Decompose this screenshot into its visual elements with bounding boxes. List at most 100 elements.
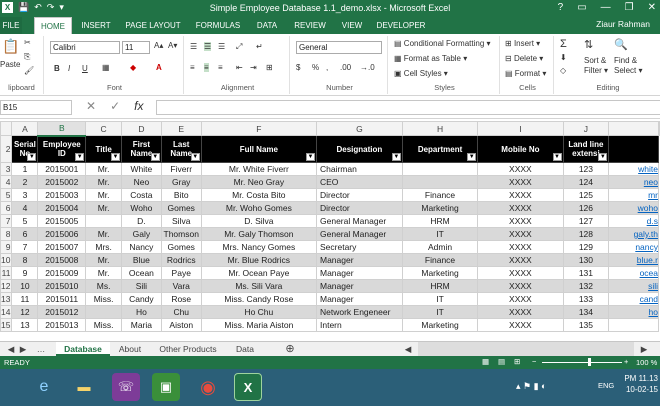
column-header-g[interactable]: G	[316, 121, 403, 136]
restore-button[interactable]: ❐	[625, 2, 634, 13]
cell[interactable]	[85, 214, 122, 228]
cell[interactable]: Mr. Costa Bito	[200, 188, 318, 202]
filter-dropdown-icon[interactable]: ▼	[598, 153, 608, 161]
cell[interactable]: Admin	[401, 240, 479, 254]
cell[interactable]: Neo	[121, 175, 162, 189]
email-link[interactable]: neo	[608, 175, 659, 189]
email-link[interactable]: galy.th	[608, 227, 659, 241]
cell[interactable]: White	[121, 162, 162, 176]
align-center-icon[interactable]: ≡	[204, 63, 209, 72]
cell[interactable]: Rose	[160, 292, 202, 306]
cell[interactable]: 131	[562, 266, 610, 280]
decrease-decimal-button[interactable]: →.0	[360, 63, 375, 72]
cell[interactable]: 135	[562, 318, 610, 332]
store-icon[interactable]: ▣	[152, 373, 180, 401]
cell[interactable]: Bito	[160, 188, 202, 202]
comma-button[interactable]: ,	[326, 63, 328, 72]
fill-color-icon[interactable]: ◆	[130, 63, 136, 72]
cell[interactable]: XXXX	[477, 279, 564, 293]
row-number[interactable]: 7	[0, 214, 13, 228]
cell[interactable]: 9	[11, 266, 39, 280]
email-link[interactable]: woho	[608, 201, 659, 215]
cell[interactable]: Ho Chu	[200, 305, 318, 319]
name-box[interactable]: B15	[0, 100, 72, 115]
align-left-icon[interactable]: ≡	[190, 63, 195, 72]
filter-dropdown-icon[interactable]: ▼	[111, 153, 120, 161]
bold-button[interactable]: B	[54, 64, 60, 73]
page-break-view-icon[interactable]: ⊞	[514, 357, 520, 366]
cell[interactable]: IT	[401, 305, 479, 319]
chrome-icon[interactable]: ◉	[194, 373, 222, 401]
email-link[interactable]: ocea	[608, 266, 659, 280]
cell[interactable]: 129	[562, 240, 610, 254]
sheet-tab-other-products[interactable]: Other Products	[150, 342, 226, 356]
tab-formulas[interactable]: FORMULAS	[192, 17, 244, 34]
zoom-level[interactable]: 100 %	[636, 358, 657, 367]
cell[interactable]: Mr. Woho Gomes	[200, 201, 318, 215]
number-format-select[interactable]: General	[296, 41, 382, 54]
cell[interactable]: 13	[11, 318, 39, 332]
sheet-tab-data[interactable]: Data	[228, 342, 262, 356]
cell[interactable]: Mr.	[85, 175, 122, 189]
cell[interactable]: Silva	[160, 214, 202, 228]
cell[interactable]: XXXX	[477, 175, 564, 189]
cell[interactable]: Mr. White Fiverr	[200, 162, 318, 176]
cell[interactable]: Miss. Maria Aiston	[200, 318, 318, 332]
help-button[interactable]: ?	[558, 2, 564, 13]
row-number[interactable]: 12	[0, 279, 13, 293]
borders-icon[interactable]: ▦	[102, 63, 110, 72]
cell[interactable]: General Manager	[316, 214, 403, 228]
cell[interactable]: Maria	[121, 318, 162, 332]
tab-file[interactable]: FILE	[0, 17, 22, 34]
cell[interactable]: Ms. Sili Vara	[200, 279, 318, 293]
cell[interactable]: 1	[11, 162, 39, 176]
wrap-text-icon[interactable]: ↵	[256, 42, 263, 51]
cell[interactable]: CEO	[316, 175, 403, 189]
cell[interactable]: Manager	[316, 266, 403, 280]
tab-view[interactable]: VIEW	[338, 17, 366, 34]
italic-button[interactable]: I	[68, 64, 70, 73]
filter-dropdown-icon[interactable]: ▼	[75, 153, 85, 161]
cell[interactable]: Mr. Ocean Paye	[200, 266, 318, 280]
row-number[interactable]: 2	[0, 135, 13, 163]
row-number[interactable]: 15	[0, 318, 13, 332]
column-header-c[interactable]: C	[85, 121, 122, 136]
shrink-font-icon[interactable]: A▾	[168, 41, 177, 50]
find-select-button-2[interactable]: Select ▾	[614, 66, 642, 75]
cell[interactable]: Miss.	[85, 318, 122, 332]
email-link[interactable]	[608, 318, 659, 332]
cell[interactable]: 133	[562, 292, 610, 306]
cell[interactable]: IT	[401, 292, 479, 306]
clear-icon[interactable]: ◇	[560, 66, 566, 75]
underline-button[interactable]: U	[82, 64, 88, 73]
cell[interactable]: Marketing	[401, 266, 479, 280]
cell[interactable]: 3	[11, 188, 39, 202]
delete-cells-button[interactable]: ⊟ Delete ▾	[505, 54, 543, 63]
cell[interactable]: 2015005	[37, 214, 87, 228]
cell[interactable]: 2015008	[37, 253, 87, 267]
cell[interactable]: Finance	[401, 188, 479, 202]
cell[interactable]: XXXX	[477, 162, 564, 176]
column-header-b[interactable]: B	[37, 121, 87, 137]
email-link[interactable]: cand	[608, 292, 659, 306]
cell[interactable]: 2015012	[37, 305, 87, 319]
tab-page-layout[interactable]: PAGE LAYOUT	[122, 17, 184, 34]
cell[interactable]: 132	[562, 279, 610, 293]
cell[interactable]: Mr.	[85, 162, 122, 176]
cell[interactable]: Mr. Galy Thomson	[200, 227, 318, 241]
cell[interactable]: 126	[562, 201, 610, 215]
tray-icons[interactable]: ▴ ⚑ ▮ ◐	[516, 381, 546, 392]
cell[interactable]: 6	[11, 227, 39, 241]
row-number[interactable]: 9	[0, 240, 13, 254]
cell[interactable]: XXXX	[477, 214, 564, 228]
conditional-formatting-button[interactable]: ▤ Conditional Formatting ▾	[394, 39, 491, 48]
row-number[interactable]: 13	[0, 292, 13, 306]
column-header-h[interactable]: H	[401, 121, 479, 136]
cell[interactable]: Paye	[160, 266, 202, 280]
bottom-align-icon[interactable]: ☰	[218, 42, 225, 51]
email-link[interactable]: d.s	[608, 214, 659, 228]
cell[interactable]: Mr.	[85, 266, 122, 280]
copy-icon[interactable]: ⎘	[24, 52, 30, 62]
column-header-a[interactable]: A	[11, 121, 39, 136]
cell[interactable]: D.	[121, 214, 162, 228]
